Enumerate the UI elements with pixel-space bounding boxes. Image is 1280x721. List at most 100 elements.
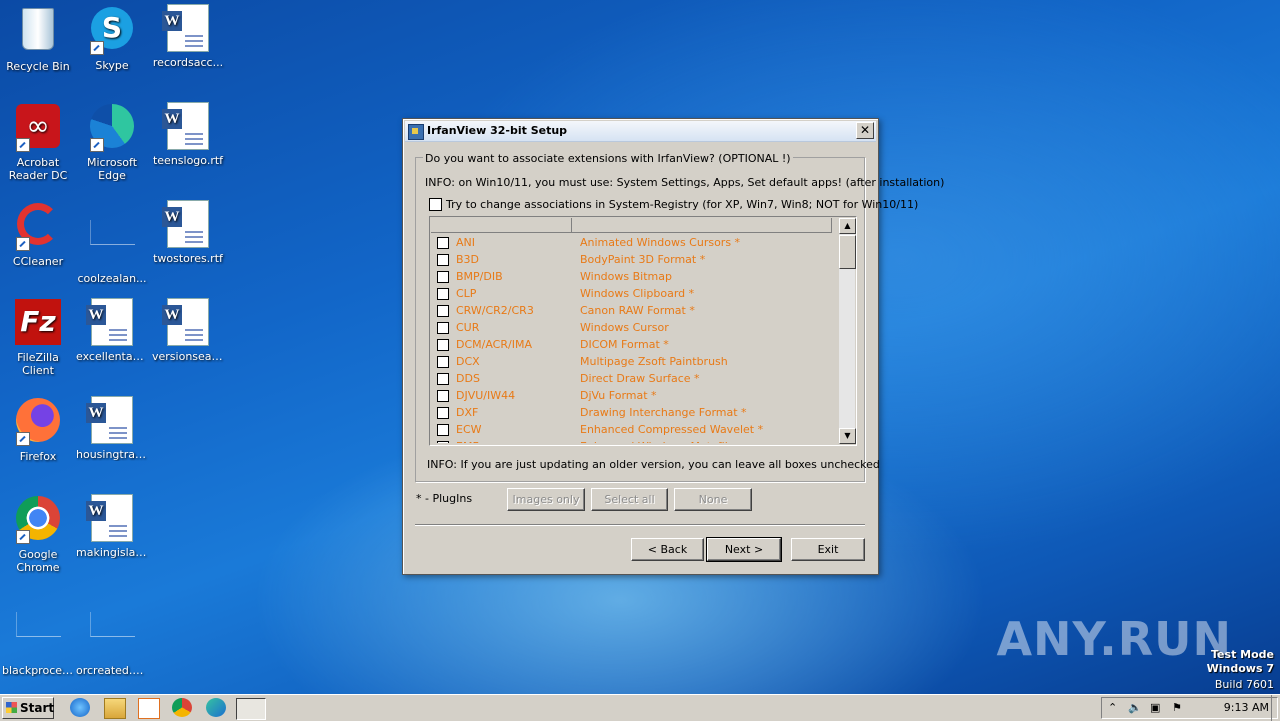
desktop-icon-label: twostores.rtf [153, 252, 223, 265]
dialog-titlebar[interactable]: IrfanView 32-bit Setup ✕ [405, 121, 876, 142]
desktop-icon[interactable]: Whousingtradi... [74, 396, 150, 461]
edge-taskbar-icon[interactable] [206, 698, 226, 717]
desktop-icon-label: Firefox [19, 450, 57, 463]
network-icon[interactable]: ▣ [1150, 701, 1160, 714]
windows-flag-icon [6, 702, 17, 713]
scroll-down-button[interactable]: ▼ [839, 428, 856, 444]
extension-row[interactable]: CRW/CR2/CR3 Canon RAW Format * [432, 303, 836, 320]
tray-expand-icon[interactable]: ⌃ [1108, 701, 1117, 714]
extension-name: B3D [456, 253, 480, 266]
word-document-icon: W [162, 298, 212, 346]
irfanview-icon [408, 124, 424, 140]
extension-description: Direct Draw Surface * [580, 372, 700, 385]
desktop-icon[interactable]: S Skype [74, 4, 150, 72]
desktop-icon[interactable]: Wmakingislan... [74, 494, 150, 559]
extension-row[interactable]: DCX Multipage Zsoft Paintbrush [432, 354, 836, 371]
scroll-thumb[interactable] [839, 235, 856, 269]
extension-checkbox[interactable] [437, 271, 449, 283]
taskbar: Start ⌃ 🔈 ▣ ⚑ 9:13 AM [0, 694, 1280, 721]
shortcut-arrow-icon [90, 41, 104, 55]
scroll-up-button[interactable]: ▲ [839, 218, 856, 234]
extension-row[interactable]: ANI Animated Windows Cursors * [432, 235, 836, 252]
anyrun-watermark: ANY.RUN [996, 612, 1232, 666]
word-document-icon: W [86, 494, 136, 542]
internet-explorer-icon[interactable] [70, 698, 90, 717]
desktop-icon[interactable]: CCleaner [0, 200, 76, 268]
extension-name: CRW/CR2/CR3 [456, 304, 534, 317]
desktop-icon[interactable]: Recycle Bin [0, 4, 76, 73]
desktop-icon[interactable]: Wversionsear... [150, 298, 226, 363]
list-header [431, 218, 832, 233]
desktop-icon[interactable]: Wteenslogo.rtf [150, 102, 226, 167]
column-header-description[interactable] [572, 218, 832, 232]
extension-checkbox[interactable] [437, 356, 449, 368]
extension-row[interactable]: CLP Windows Clipboard * [432, 286, 836, 303]
back-button[interactable]: < Back [631, 538, 704, 561]
blank-file-icon [14, 612, 62, 660]
extension-checkbox[interactable] [437, 254, 449, 266]
show-desktop-button[interactable] [1271, 695, 1280, 721]
exit-button[interactable]: Exit [791, 538, 865, 561]
desktop-icon[interactable]: Microsoft Edge [74, 102, 150, 182]
images-only-button[interactable]: Images only [507, 488, 585, 511]
irfanview-setup-taskbar-button[interactable] [236, 698, 266, 720]
extension-checkbox[interactable] [437, 288, 449, 300]
windows-version-text: Windows 7 [1206, 662, 1274, 675]
desktop-icon[interactable]: Fz FileZilla Client [0, 298, 76, 377]
extension-row[interactable]: CUR Windows Cursor [432, 320, 836, 337]
extensions-list[interactable]: ANI Animated Windows Cursors * B3D BodyPain… [429, 216, 857, 446]
extension-checkbox[interactable] [437, 390, 449, 402]
shortcut-arrow-icon [16, 237, 30, 251]
extension-checkbox[interactable] [437, 441, 449, 443]
extension-row[interactable]: ECW Enhanced Compressed Wavelet * [432, 422, 836, 439]
desktop-icon-label: versionsear... [152, 350, 226, 363]
extension-row[interactable]: DDS Direct Draw Surface * [432, 371, 836, 388]
extension-row[interactable]: BMP/DIB Windows Bitmap [432, 269, 836, 286]
flag-icon[interactable]: ⚑ [1172, 701, 1182, 714]
shortcut-arrow-icon [90, 138, 104, 152]
desktop-icon[interactable]: blackproces... [0, 592, 76, 677]
extension-checkbox[interactable] [437, 424, 449, 436]
extension-row[interactable]: EMF Enhanced Windows Metafile [432, 439, 836, 443]
extension-checkbox[interactable] [437, 322, 449, 334]
desktop-icon[interactable]: ∞ Acrobat Reader DC [0, 102, 76, 182]
column-header-extension[interactable] [431, 218, 572, 232]
desktop-icon[interactable]: coolzealan... [74, 200, 150, 285]
extension-checkbox[interactable] [437, 407, 449, 419]
extension-checkbox[interactable] [437, 305, 449, 317]
extension-description: Windows Clipboard * [580, 287, 695, 300]
next-button[interactable]: Next > [706, 537, 782, 562]
extension-checkbox[interactable] [437, 373, 449, 385]
extension-name: DXF [456, 406, 479, 419]
extension-row[interactable]: DXF Drawing Interchange Format * [432, 405, 836, 422]
filezilla-icon: Fz [14, 299, 62, 347]
extension-row[interactable]: B3D BodyPaint 3D Format * [432, 252, 836, 269]
skype-icon: S [88, 7, 136, 55]
desktop-icon-label: orcreated.png [76, 664, 150, 677]
close-button[interactable]: ✕ [856, 122, 874, 139]
volume-icon[interactable]: 🔈 [1128, 701, 1142, 714]
list-scrollbar[interactable]: ▲ ▼ [839, 218, 856, 444]
extension-checkbox[interactable] [437, 339, 449, 351]
desktop-icon[interactable]: Google Chrome [0, 494, 76, 574]
extension-row[interactable]: DJVU/IW44 DjVu Format * [432, 388, 836, 405]
none-button[interactable]: None [674, 488, 752, 511]
clock[interactable]: 9:13 AM [1224, 701, 1269, 714]
registry-checkbox[interactable] [429, 198, 442, 211]
extension-name: DJVU/IW44 [456, 389, 516, 402]
extension-checkbox[interactable] [437, 237, 449, 249]
desktop-icon[interactable]: orcreated.png [74, 592, 150, 677]
select-all-button[interactable]: Select all [591, 488, 668, 511]
file-explorer-icon[interactable] [104, 698, 126, 719]
desktop-icon[interactable]: Wexcellentag... [74, 298, 150, 363]
chrome-taskbar-icon[interactable] [172, 698, 192, 717]
media-player-icon[interactable] [138, 698, 160, 719]
extension-description: Windows Bitmap [580, 270, 672, 283]
start-button[interactable]: Start [2, 697, 54, 719]
extension-description: Windows Cursor [580, 321, 669, 334]
chrome-icon [14, 496, 62, 544]
desktop-icon[interactable]: Wrecordsacc... [150, 4, 226, 69]
desktop-icon[interactable]: Firefox [0, 396, 76, 463]
extension-row[interactable]: DCM/ACR/IMA DICOM Format * [432, 337, 836, 354]
desktop-icon[interactable]: Wtwostores.rtf [150, 200, 226, 265]
